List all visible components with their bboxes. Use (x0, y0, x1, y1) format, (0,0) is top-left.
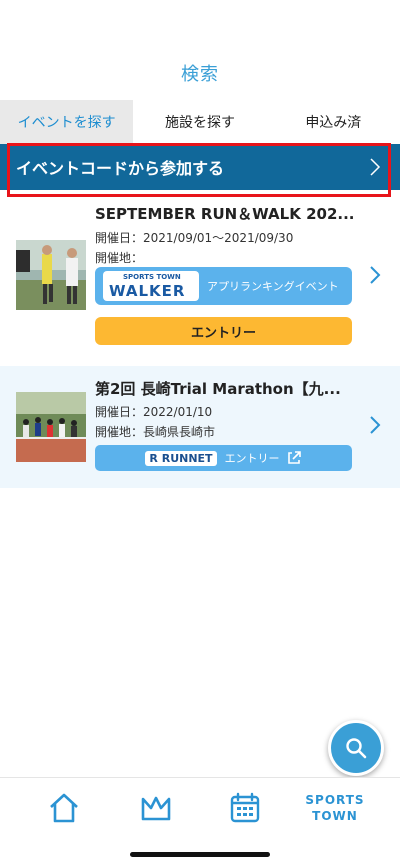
search-icon (346, 738, 367, 759)
event-title: SEPTEMBER RUN＆WALK 202... (95, 205, 355, 223)
chevron-right-icon[interactable] (368, 264, 382, 286)
home-indicator (130, 852, 270, 857)
entry-button[interactable]: エントリー (95, 317, 352, 345)
event-venue: 開催地：長崎県長崎市 (95, 425, 216, 439)
page-title: 検索 (181, 64, 219, 85)
nav-ranking[interactable] (131, 788, 181, 828)
event-date: 開催日：2022/01/10 (95, 405, 213, 419)
tab-find-events[interactable]: イベントを探す (0, 100, 134, 144)
event-list-item[interactable]: SEPTEMBER RUN＆WALK 202... 開催日：2021/09/01… (0, 198, 400, 358)
crown-icon (141, 796, 171, 821)
nav-sports-town[interactable]: SPORTS TOWN (300, 788, 370, 828)
runnet-entry-label: エントリー (224, 452, 280, 465)
header: 検索 (0, 0, 400, 100)
chevron-right-icon[interactable] (368, 414, 382, 436)
event-thumbnail (16, 392, 86, 462)
runnet-entry-button[interactable]: R RUNNET エントリー (95, 445, 352, 471)
search-fab[interactable] (328, 720, 384, 776)
walker-logo: SPORTS TOWN WALKER (103, 271, 199, 301)
runnet-logo: R RUNNET (145, 450, 217, 466)
event-list-item[interactable]: 第2回 長崎Trial Marathon【九... 開催日：2022/01/10… (0, 366, 400, 488)
tab-applied[interactable]: 申込み済 (266, 100, 400, 144)
home-icon (50, 793, 78, 823)
sports-town-line2: TOWN (312, 809, 358, 823)
event-venue: 開催地： (95, 251, 144, 265)
event-title: 第2回 長崎Trial Marathon【九... (95, 380, 341, 398)
walker-ranking-button[interactable]: SPORTS TOWN WALKER アプリランキングイベント (95, 267, 352, 305)
tab-find-facilities[interactable]: 施設を探す (133, 100, 267, 144)
nav-home[interactable] (39, 788, 89, 828)
sports-town-line1: SPORTS (305, 793, 365, 807)
highlight-frame (7, 143, 391, 197)
tab-bar: イベントを探す 施設を探す 申込み済 (0, 100, 400, 144)
calendar-icon (230, 792, 260, 823)
walker-ranking-label: アプリランキングイベント (207, 280, 339, 293)
nav-calendar[interactable] (220, 788, 270, 828)
event-date: 開催日：2021/09/01～2021/09/30 (95, 231, 294, 245)
event-thumbnail (16, 240, 86, 310)
external-link-icon (287, 451, 301, 464)
